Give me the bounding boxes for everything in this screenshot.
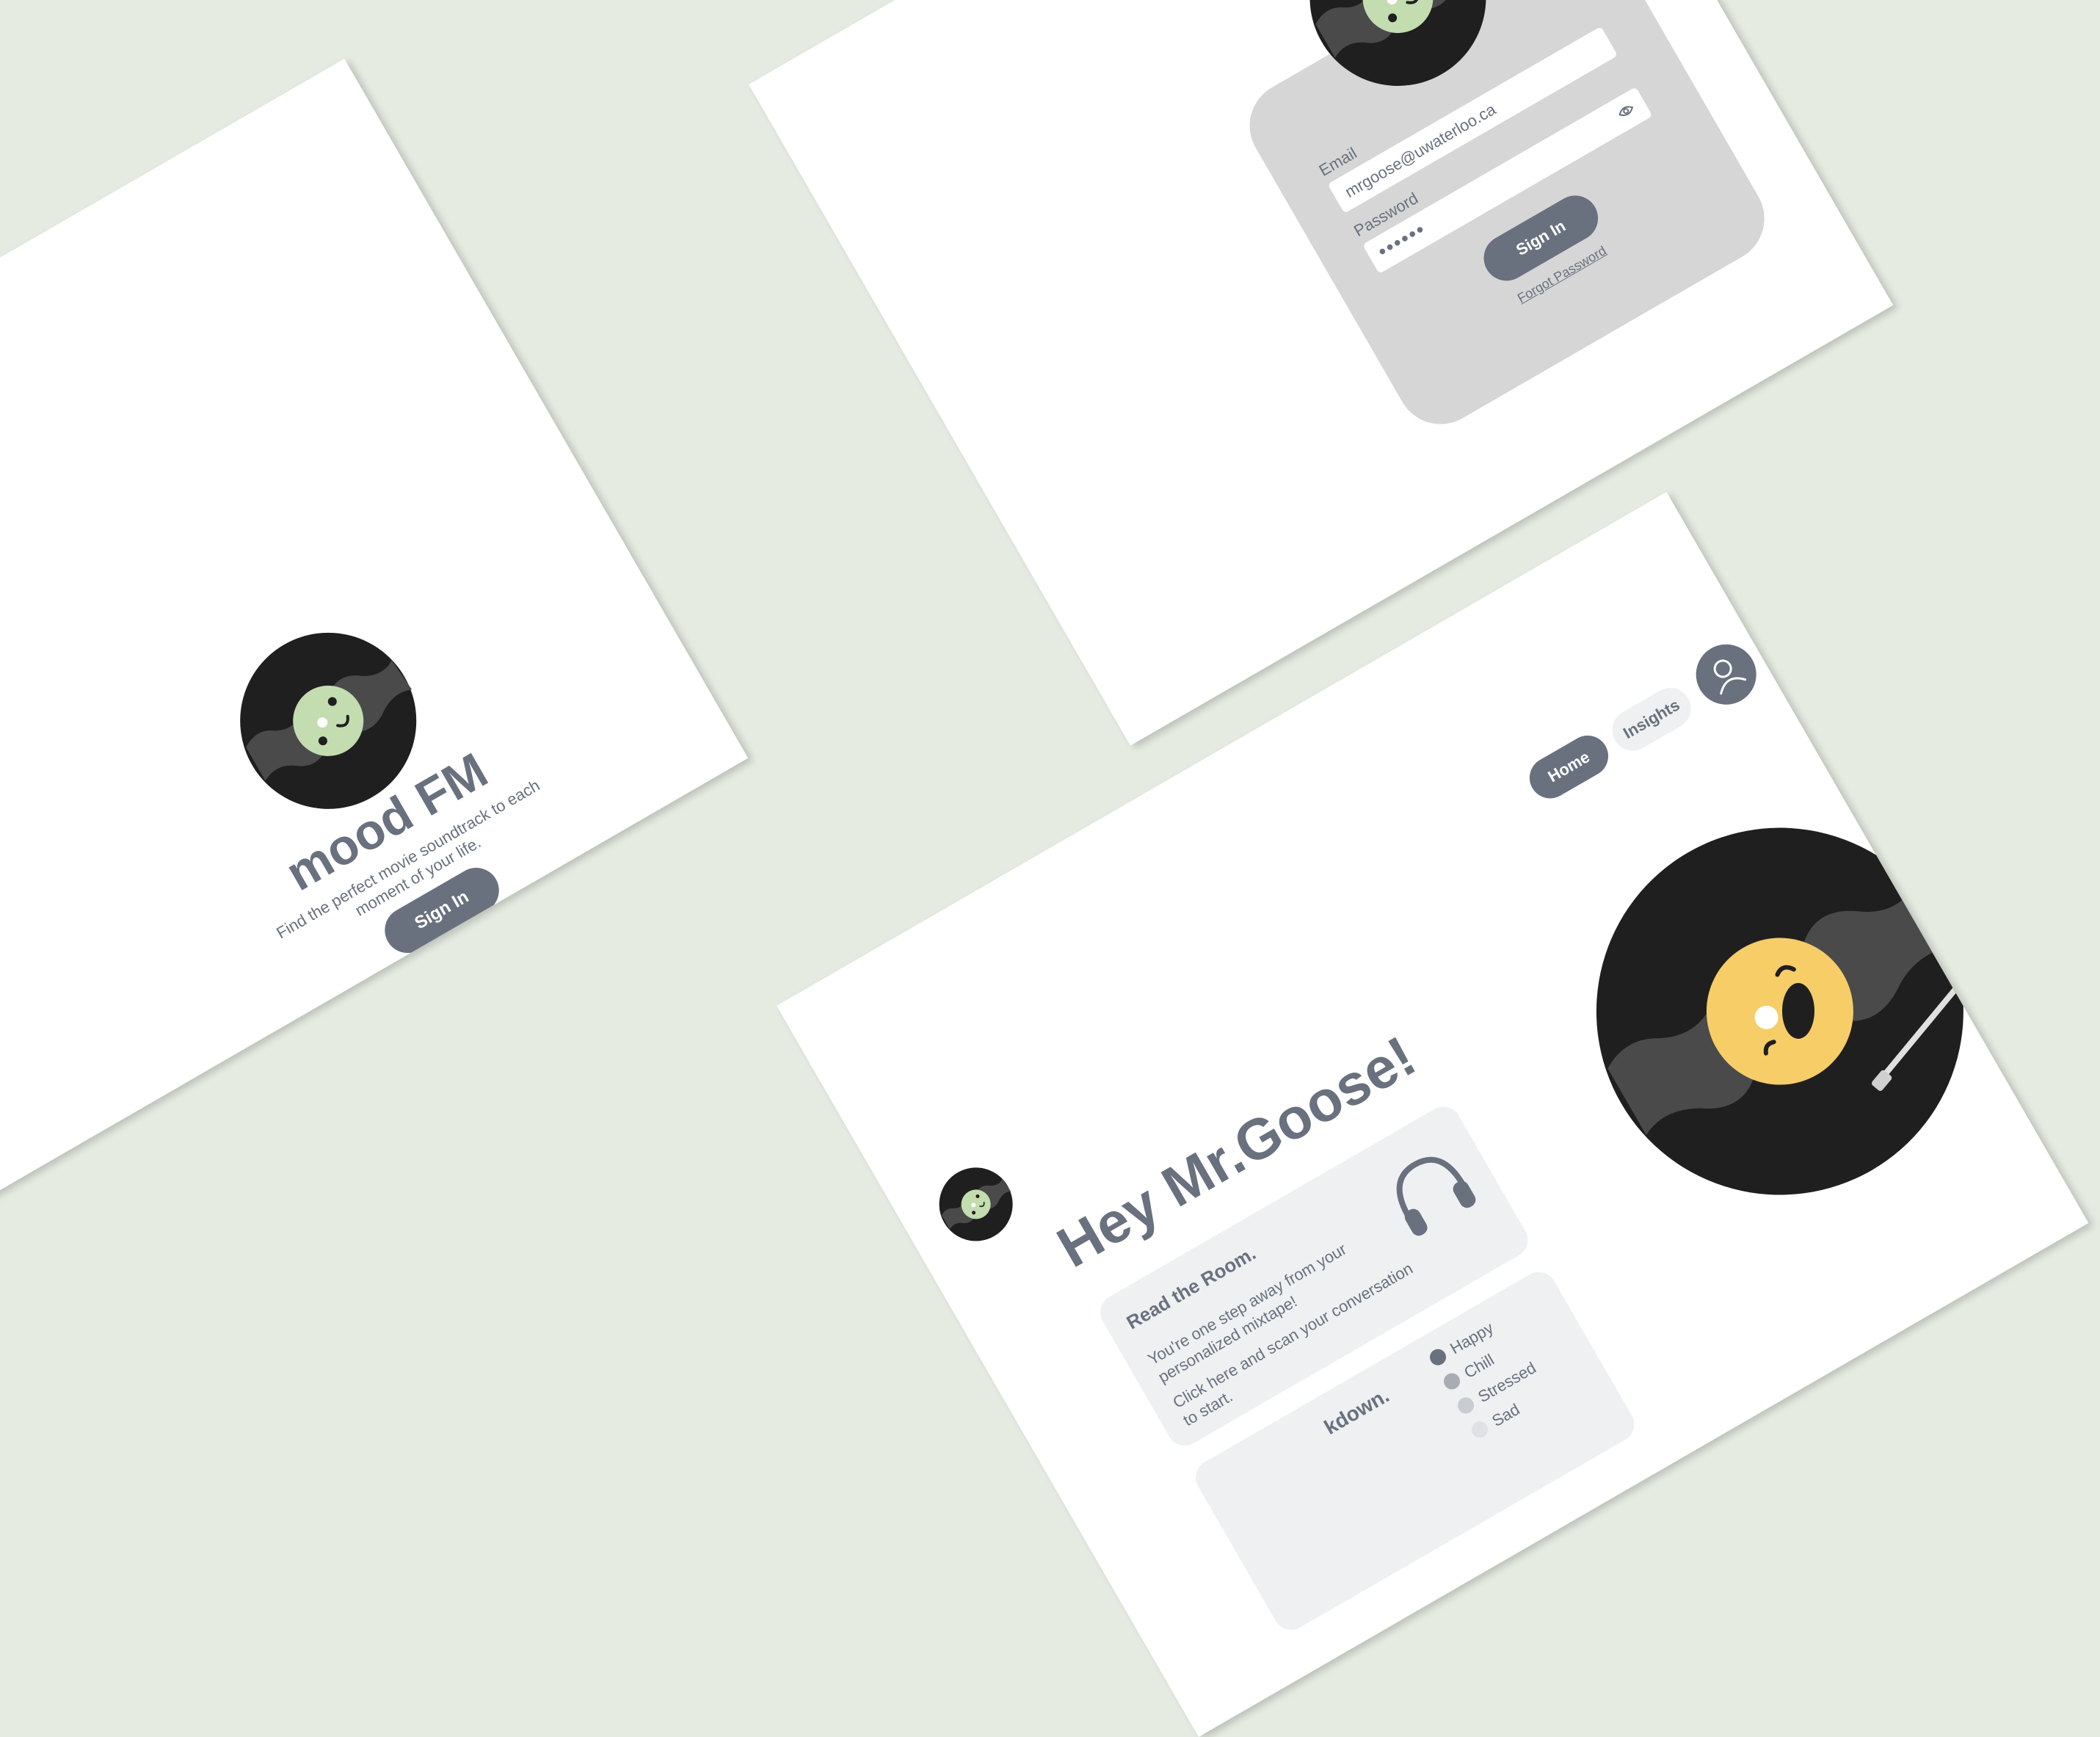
- profile-avatar[interactable]: [1685, 633, 1767, 716]
- vinyl-record-icon: [1596, 827, 2002, 1195]
- read-room-title: Read the Room.: [1122, 1241, 1260, 1334]
- nav-home-button[interactable]: Home: [1522, 728, 1616, 806]
- login-panel: [1233, 0, 1781, 440]
- user-icon: [1713, 659, 1747, 695]
- home-logo: [926, 1154, 1026, 1255]
- turntable[interactable]: [1529, 761, 2030, 1262]
- record-icon: [939, 1167, 1013, 1241]
- headphones-icon: [1376, 1136, 1486, 1247]
- nav-insights-button[interactable]: Insights: [1605, 680, 1698, 758]
- landing-screen: mood FM Find the perfect movie soundtrac…: [0, 59, 749, 1199]
- legend-dot: [1454, 1394, 1478, 1417]
- legend-label: Sad: [1489, 1399, 1523, 1431]
- home-screen: Home Insights Hey Mr.Goose! Read the Roo…: [777, 492, 2089, 1737]
- breakdown-title: kdown.: [1320, 1383, 1393, 1439]
- legend-dot: [1440, 1370, 1464, 1393]
- eye-icon[interactable]: [1615, 101, 1638, 122]
- legend-dot: [1468, 1418, 1492, 1441]
- legend-dot: [1426, 1346, 1450, 1368]
